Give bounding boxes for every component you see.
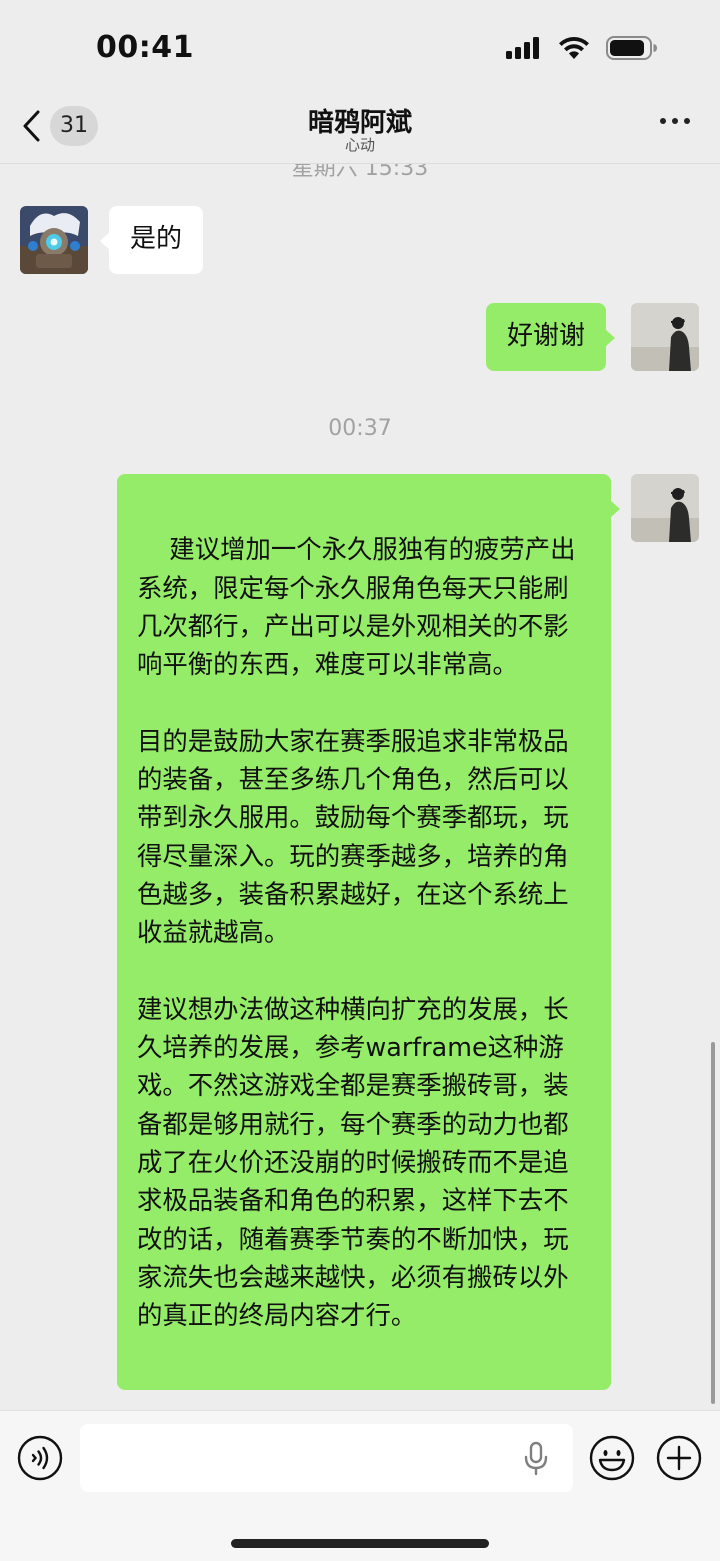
home-indicator[interactable] [231,1539,489,1548]
wifi-icon [559,36,589,59]
input-bar [0,1410,720,1561]
my-avatar[interactable] [631,303,699,371]
message-text: 好谢谢 [507,321,586,351]
mic-button[interactable] [522,1441,550,1477]
my-avatar-image [631,474,699,542]
message-bubble-incoming[interactable]: 是的 [99,206,204,274]
contact-avatar-image [20,206,88,274]
contact-avatar[interactable] [20,206,88,274]
chat-header: 31 暗鸦阿斌 心动 [0,92,720,164]
cellular-signal-icon [506,37,539,59]
more-options-button[interactable] [660,118,690,124]
more-functions-button[interactable] [656,1435,702,1481]
my-avatar-image [631,303,699,371]
voice-icon [17,1435,63,1481]
status-icons [506,36,658,60]
more-dot [672,118,678,124]
status-time: 00:41 [96,30,194,65]
microphone-icon [524,1441,548,1476]
battery-icon [606,36,657,60]
plus-icon [656,1435,702,1481]
message-input[interactable] [80,1424,573,1492]
timestamp: 00:37 [328,416,392,441]
contact-status: 心动 [344,136,375,154]
more-dot [660,118,666,124]
voice-input-button[interactable] [17,1435,63,1481]
emoji-button[interactable] [589,1435,635,1481]
message-bubble-outgoing-long[interactable]: 建议增加一个永久服独有的疲劳产出系统，限定每个永久服角色每天只能刷几次都行，产出… [117,474,620,1390]
timestamp: 星期六 15:33 [291,164,429,181]
scrollbar[interactable] [711,1042,715,1404]
message-text: 是的 [130,224,183,254]
smiley-icon [589,1435,635,1481]
status-bar: 00:41 [0,0,720,92]
more-dot [684,118,690,124]
message-text: 建议增加一个永久服独有的疲劳产出系统，限定每个永久服角色每天只能刷几次都行，产出… [137,534,576,1331]
my-avatar[interactable] [631,474,699,542]
chat-area[interactable]: 星期六 15:33 是的 好谢谢 00:37 建议增加一个永久服独有的疲劳产出系… [0,164,720,1410]
message-bubble-outgoing[interactable]: 好谢谢 [486,303,616,371]
